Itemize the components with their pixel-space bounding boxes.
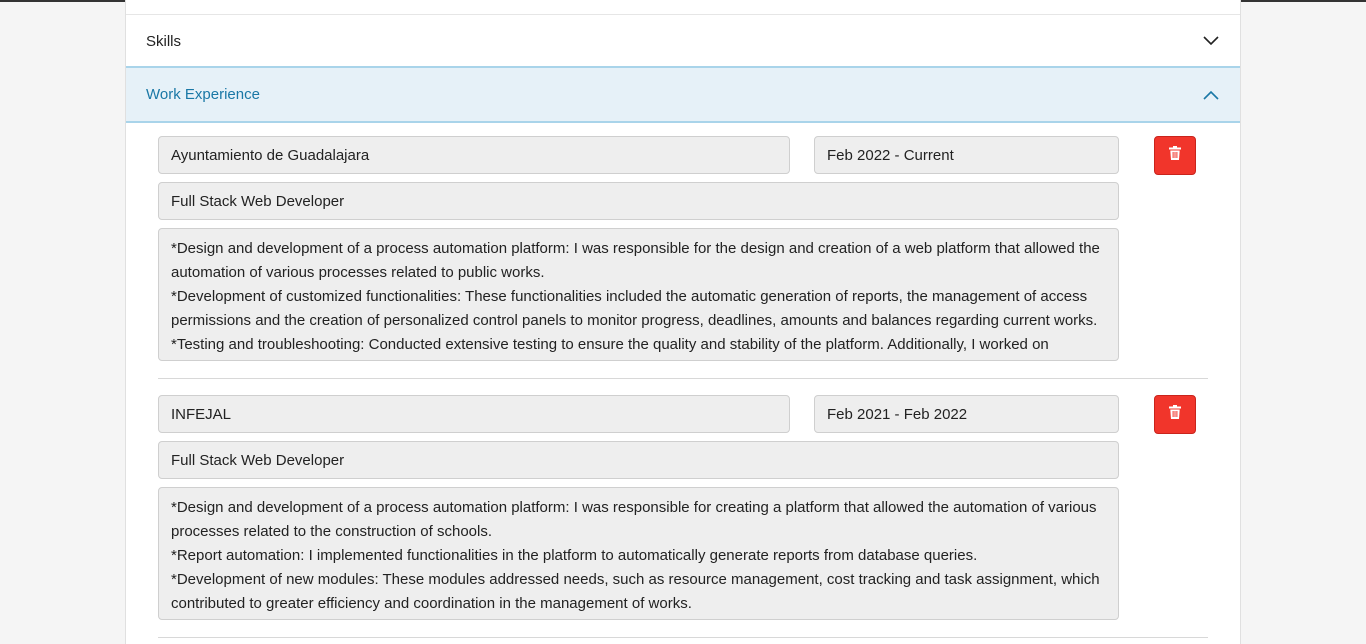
accordion-skills-header[interactable]: Skills: [126, 14, 1240, 67]
accordion-work-experience-label: Work Experience: [146, 86, 260, 103]
dates-input[interactable]: Feb 2022 - Current: [814, 136, 1119, 174]
description-value: *Design and development of a process aut…: [171, 499, 1100, 612]
resume-editor-card: Skills Work Experience Ayuntamiento de G…: [125, 0, 1241, 644]
role-input[interactable]: Full Stack Web Developer: [158, 182, 1119, 220]
trash-icon: [1169, 405, 1181, 424]
delete-entry-button[interactable]: [1154, 136, 1196, 175]
dates-value: Feb 2021 - Feb 2022: [827, 405, 968, 423]
resize-grip-icon[interactable]: [1106, 607, 1116, 617]
company-value: Ayuntamiento de Guadalajara: [171, 146, 370, 164]
role-value: Full Stack Web Developer: [171, 451, 345, 469]
accordion-work-experience-header[interactable]: Work Experience: [126, 66, 1240, 123]
chevron-up-icon: [1202, 86, 1220, 104]
delete-entry-button[interactable]: [1154, 395, 1196, 434]
resize-grip-icon[interactable]: [1106, 348, 1116, 358]
description-value: *Design and development of a process aut…: [171, 240, 1100, 353]
role-input[interactable]: Full Stack Web Developer: [158, 441, 1119, 479]
description-textarea[interactable]: *Design and development of a process aut…: [158, 487, 1119, 620]
dates-value: Feb 2022 - Current: [827, 146, 954, 164]
entry-divider: [158, 378, 1208, 379]
entry-divider: [158, 637, 1208, 638]
role-value: Full Stack Web Developer: [171, 192, 345, 210]
company-value: INFEJAL: [171, 405, 232, 423]
company-input[interactable]: INFEJAL: [158, 395, 790, 433]
trash-icon: [1169, 146, 1181, 165]
description-textarea[interactable]: *Design and development of a process aut…: [158, 228, 1119, 361]
chevron-down-icon: [1202, 32, 1220, 50]
company-input[interactable]: Ayuntamiento de Guadalajara: [158, 136, 790, 174]
dates-input[interactable]: Feb 2021 - Feb 2022: [814, 395, 1119, 433]
accordion-skills-label: Skills: [146, 32, 182, 50]
